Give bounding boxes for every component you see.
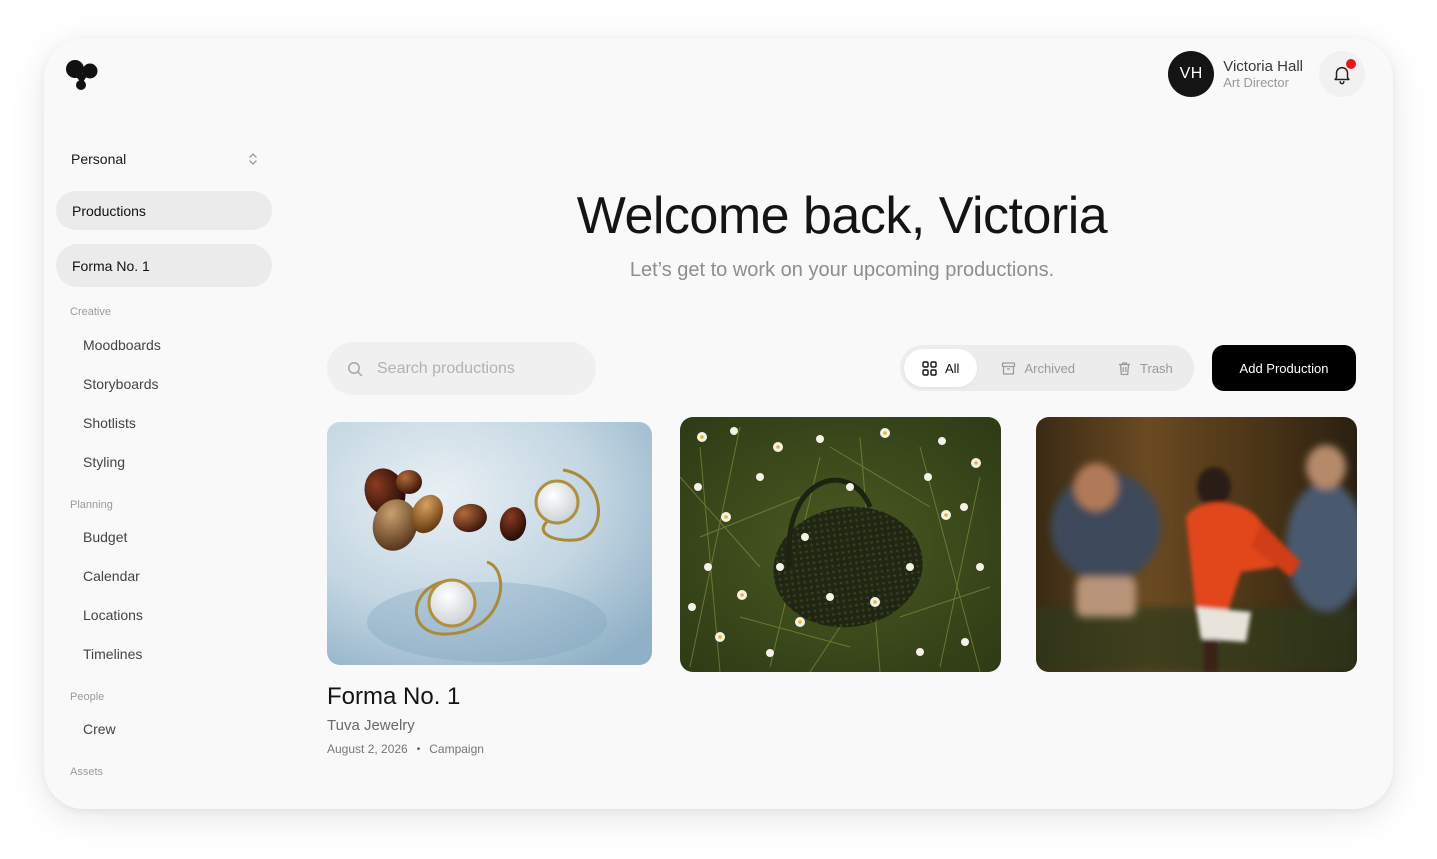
sidebar-item-locations[interactable]: Locations <box>56 595 272 634</box>
production-date: August 2, 2026 <box>327 742 408 756</box>
user-profile: VH Victoria Hall Art Director <box>1168 51 1365 97</box>
daisy-field-photo <box>680 417 1001 672</box>
production-card-image[interactable] <box>327 422 652 665</box>
sidebar-item-storyboards[interactable]: Storyboards <box>56 364 272 403</box>
filter-tabs: All Archived Trash <box>900 345 1194 391</box>
sidebar-item-current-production[interactable]: Forma No. 1 <box>56 244 272 287</box>
user-name: Victoria Hall <box>1223 58 1303 75</box>
runners-motion-photo <box>1036 417 1357 672</box>
user-info: Victoria Hall Art Director <box>1223 59 1303 89</box>
production-client: Tuva Jewelry <box>327 717 415 734</box>
section-label-assets: Assets <box>70 766 104 778</box>
search-input[interactable] <box>377 359 577 378</box>
notification-badge <box>1346 59 1356 69</box>
sidebar-item-moodboards[interactable]: Moodboards <box>56 325 272 364</box>
brand-logo[interactable] <box>64 58 100 94</box>
app-window: VH Victoria Hall Art Director Personal P… <box>44 38 1393 809</box>
page-title: Welcome back, Victoria <box>576 187 1108 245</box>
jewelry-stones-photo <box>327 422 652 665</box>
sidebar-item-styling[interactable]: Styling <box>56 442 272 481</box>
section-label-people: People <box>70 691 105 703</box>
trash-icon <box>1117 361 1132 376</box>
sidebar-item-timelines[interactable]: Timelines <box>56 634 272 673</box>
production-card-image[interactable] <box>680 417 1001 672</box>
sidebar-item-label: Forma No. 1 <box>72 257 150 274</box>
production-card-image[interactable] <box>1036 417 1357 672</box>
sidebar-item-calendar[interactable]: Calendar <box>56 556 272 595</box>
sidebar-item-label: Productions <box>72 202 146 219</box>
workspace-selector[interactable]: Personal <box>56 140 272 178</box>
sidebar-item-crew[interactable]: Crew <box>56 709 272 748</box>
avatar-initials: VH <box>1179 65 1203 82</box>
section-label-creative: Creative <box>70 306 111 318</box>
chevron-updown-icon <box>249 153 257 165</box>
tab-trash[interactable]: Trash <box>1117 349 1173 387</box>
tab-label: Trash <box>1140 360 1173 376</box>
sidebar: Personal Productions Forma No. 1 Creativ… <box>56 140 272 778</box>
notifications-button[interactable] <box>1319 51 1365 97</box>
add-production-button[interactable]: Add Production <box>1212 345 1356 391</box>
page-subtitle: Let’s get to work on your upcoming produ… <box>629 259 1055 281</box>
search-bar[interactable] <box>327 342 596 395</box>
production-meta: August 2, 2026 • Campaign <box>327 742 484 756</box>
tab-archived[interactable]: Archived <box>1001 349 1075 387</box>
avatar[interactable]: VH <box>1168 51 1215 97</box>
tab-label: Archived <box>1024 360 1076 376</box>
search-icon <box>348 361 363 376</box>
production-title[interactable]: Forma No. 1 <box>327 683 460 711</box>
tab-label: All <box>945 360 960 376</box>
archive-icon <box>1001 361 1016 376</box>
meta-separator: • <box>416 743 421 755</box>
grid-icon <box>922 360 937 376</box>
user-role: Art Director <box>1223 75 1289 90</box>
sidebar-item-shotlists[interactable]: Shotlists <box>56 403 272 442</box>
workspace-label: Personal <box>71 151 127 167</box>
production-type: Campaign <box>429 742 484 756</box>
tab-all[interactable]: All <box>904 349 978 387</box>
sidebar-item-budget[interactable]: Budget <box>56 517 272 556</box>
section-label-planning: Planning <box>70 499 113 511</box>
sidebar-item-productions[interactable]: Productions <box>56 191 272 230</box>
